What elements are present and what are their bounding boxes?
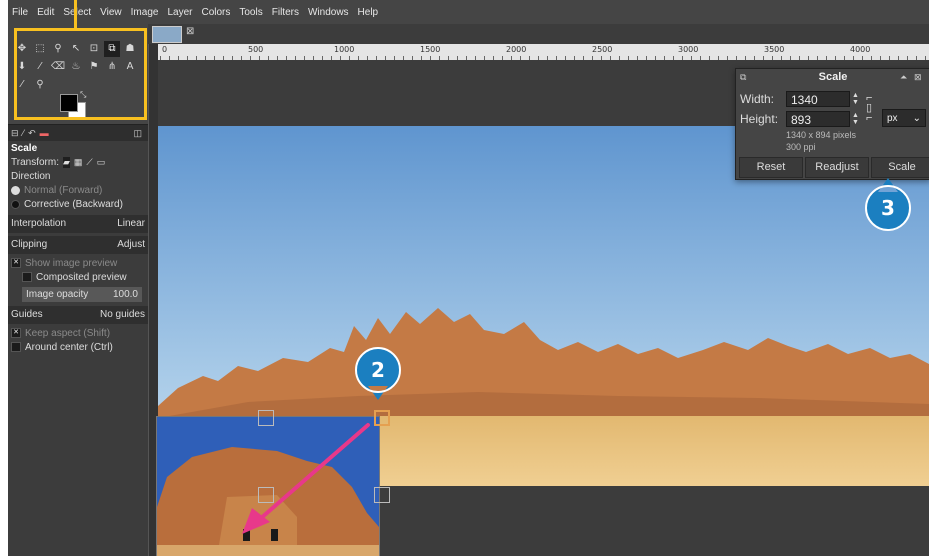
- step-marker-2: 2: [354, 346, 402, 402]
- step-marker-3: 3: [864, 176, 912, 232]
- annotation-arrow: [242, 423, 370, 534]
- gimp-window: File Edit Select View Image Layer Colors…: [8, 0, 929, 556]
